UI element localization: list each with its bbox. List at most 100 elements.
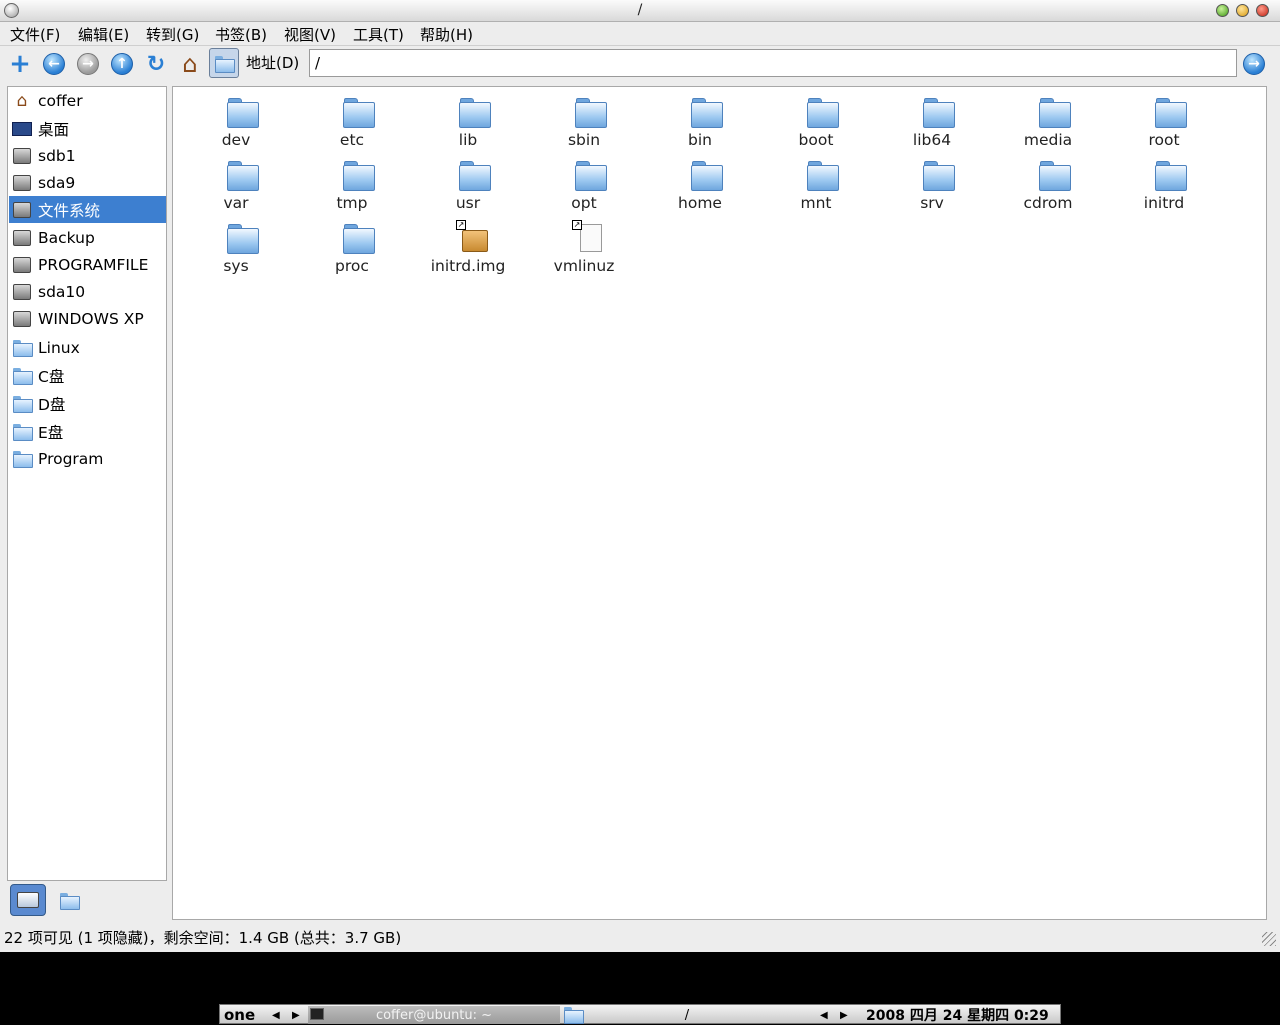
devices-view-button[interactable] <box>10 884 46 916</box>
file-name: initrd <box>1143 194 1185 212</box>
file-item[interactable]: root <box>1106 91 1222 151</box>
file-view[interactable]: dev etc lib sbin bin boot lib64 media ro… <box>172 86 1267 920</box>
desktop-icon <box>12 119 32 139</box>
file-item[interactable]: dev <box>178 91 294 151</box>
menu-bookmarks[interactable]: 书签(B) <box>215 24 267 45</box>
up-arrow-icon: ↑ <box>111 53 133 75</box>
clock: 2008 四月 24 星期四 0:29 <box>866 1008 1049 1024</box>
file-item[interactable]: ↗ vmlinuz <box>526 217 642 277</box>
sidebar-item-programfile[interactable]: PROGRAMFILE <box>9 251 166 278</box>
file-name: root <box>1148 131 1180 149</box>
folder-icon <box>574 159 607 191</box>
title-bar[interactable]: / <box>0 0 1280 22</box>
menu-go[interactable]: 转到(G) <box>146 24 199 45</box>
desktop-name[interactable]: one <box>224 1006 255 1024</box>
file-item[interactable]: boot <box>758 91 874 151</box>
file-name: var <box>223 194 249 212</box>
sidebar-item-e-drive[interactable]: E盘 <box>9 418 166 445</box>
menu-file[interactable]: 文件(F) <box>10 24 60 45</box>
symlink-badge-icon: ↗ <box>572 220 582 230</box>
sidebar-item-label: sda9 <box>38 173 76 192</box>
sidebar-item-c-drive[interactable]: C盘 <box>9 362 166 389</box>
file-item[interactable]: proc <box>294 217 410 277</box>
sidebar-item-windows-xp[interactable]: WINDOWS XP <box>9 305 166 332</box>
folder-icon <box>1038 96 1071 128</box>
go-arrow-icon: → <box>1243 53 1265 75</box>
next-desktop-icon[interactable]: ▶ <box>292 1006 300 1024</box>
folder-icon <box>342 96 375 128</box>
file-item[interactable]: media <box>990 91 1106 151</box>
file-item[interactable]: etc <box>294 91 410 151</box>
tree-view-button[interactable] <box>51 884 87 916</box>
prev-task-icon[interactable]: ◀ <box>820 1006 828 1024</box>
sidebar-item-desktop[interactable]: 桌面 <box>9 115 166 142</box>
file-name: srv <box>920 194 944 212</box>
sidebar-item-sda10[interactable]: sda10 <box>9 278 166 305</box>
menu-bar: 文件(F) 编辑(E) 转到(G) 书签(B) 视图(V) 工具(T) 帮助(H… <box>0 22 1280 46</box>
prev-desktop-icon[interactable]: ◀ <box>272 1006 280 1024</box>
forward-button[interactable]: → <box>74 50 102 78</box>
go-button[interactable]: → <box>1240 50 1268 78</box>
folder-icon <box>342 159 375 191</box>
sidebar-item-coffer[interactable]: ⌂ coffer <box>9 87 166 114</box>
address-input[interactable] <box>309 49 1237 77</box>
file-item[interactable]: srv <box>874 154 990 214</box>
sidebar-item-linux[interactable]: Linux <box>9 334 166 361</box>
minimize-button[interactable] <box>1216 4 1229 17</box>
file-item[interactable]: sys <box>178 217 294 277</box>
sidebar-item-program[interactable]: Program <box>9 445 166 472</box>
file-item[interactable]: tmp <box>294 154 410 214</box>
file-item[interactable]: bin <box>642 91 758 151</box>
task-terminal[interactable]: coffer@ubuntu: ~ <box>308 1006 560 1024</box>
menu-tools[interactable]: 工具(T) <box>353 24 404 45</box>
file-item[interactable]: lib64 <box>874 91 990 151</box>
resize-grip-icon[interactable] <box>1262 932 1276 946</box>
folder-icon <box>922 159 955 191</box>
task-label: coffer@ubuntu: ~ <box>375 1007 493 1023</box>
menu-edit[interactable]: 编辑(E) <box>78 24 129 45</box>
up-button[interactable]: ↑ <box>108 50 136 78</box>
reload-button[interactable]: ↻ <box>142 50 170 78</box>
file-name: initrd.img <box>430 257 506 275</box>
file-item[interactable]: opt <box>526 154 642 214</box>
sidebar-item-filesystem[interactable]: 文件系统 <box>9 196 166 223</box>
sidebar-item-sdb1[interactable]: sdb1 <box>9 142 166 169</box>
sidebar-item-d-drive[interactable]: D盘 <box>9 390 166 417</box>
drive-icon <box>12 282 32 302</box>
sidebar-item-label: E盘 <box>38 423 64 442</box>
location-toggle-button[interactable] <box>209 48 239 78</box>
file-item[interactable]: var <box>178 154 294 214</box>
sidebar-item-sda9[interactable]: sda9 <box>9 169 166 196</box>
folder-icon <box>342 222 375 254</box>
file-name: lib <box>458 131 478 149</box>
folder-icon <box>12 449 33 469</box>
document-icon: ↗ <box>572 220 606 254</box>
file-item[interactable]: home <box>642 154 758 214</box>
home-button[interactable]: ⌂ <box>176 50 204 78</box>
menu-help[interactable]: 帮助(H) <box>420 24 473 45</box>
file-item[interactable]: initrd <box>1106 154 1222 214</box>
sidebar-item-label: D盘 <box>38 395 66 414</box>
file-item[interactable]: mnt <box>758 154 874 214</box>
folder-icon <box>12 394 33 414</box>
sidebar-item-backup[interactable]: Backup <box>9 224 166 251</box>
file-item[interactable]: lib <box>410 91 526 151</box>
back-arrow-icon: ← <box>43 53 65 75</box>
file-item[interactable]: usr <box>410 154 526 214</box>
folder-icon <box>226 96 259 128</box>
sidebar-item-label: Linux <box>38 338 80 357</box>
next-task-icon[interactable]: ▶ <box>840 1006 848 1024</box>
file-item[interactable]: cdrom <box>990 154 1106 214</box>
task-file-manager[interactable]: / <box>562 1006 812 1024</box>
folder-icon <box>12 422 33 442</box>
maximize-button[interactable] <box>1236 4 1249 17</box>
file-item[interactable]: ↗ initrd.img <box>410 217 526 277</box>
back-button[interactable]: ← <box>40 50 68 78</box>
folder-icon <box>226 222 259 254</box>
folder-icon <box>574 96 607 128</box>
file-item[interactable]: sbin <box>526 91 642 151</box>
close-button[interactable] <box>1256 4 1269 17</box>
menu-view[interactable]: 视图(V) <box>284 24 336 45</box>
folder-icon <box>12 338 33 358</box>
new-tab-button[interactable]: + <box>6 50 34 78</box>
